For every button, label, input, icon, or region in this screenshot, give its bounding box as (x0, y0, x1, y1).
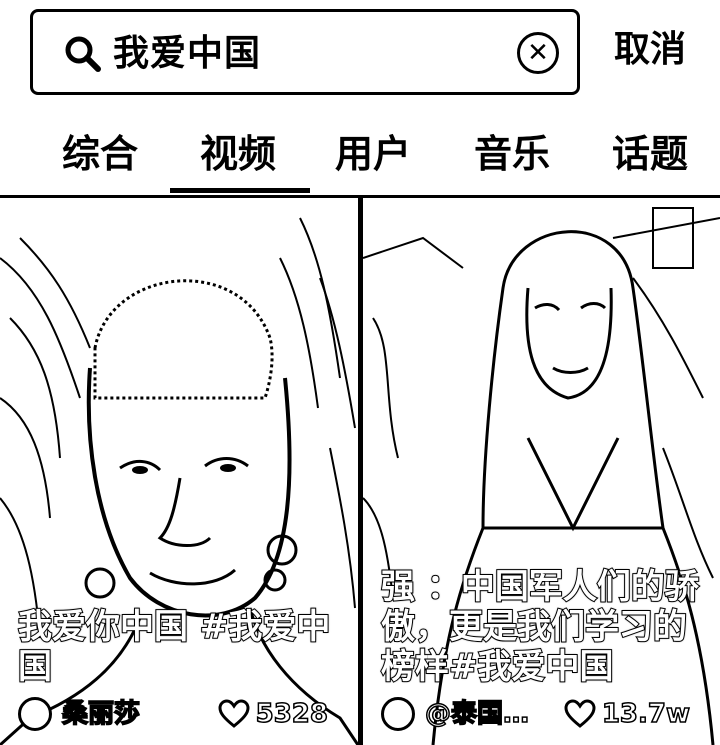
like-count-text: 5328 (255, 698, 329, 730)
video-caption: 我爱你中国 #我爱中国 (17, 606, 331, 688)
video-card[interactable]: 强 ：中国军人们的骄傲，更是我们学习的榜样#我爱中国 @泰国… 13.7w (363, 198, 720, 745)
avatar[interactable] (18, 697, 52, 731)
cancel-button[interactable]: 取消 (614, 28, 686, 72)
search-input[interactable]: 我爱中国 ✕ (30, 9, 580, 95)
card-divider (358, 198, 363, 745)
heart-icon (218, 699, 250, 728)
video-meta: 桑丽莎 5328 (18, 695, 348, 735)
like-count[interactable]: 13.7w (564, 697, 691, 731)
video-caption: 强 ：中国军人们的骄傲，更是我们学习的榜样#我爱中国 (380, 566, 700, 688)
like-count-text: 13.7w (601, 698, 691, 730)
tab-topics[interactable]: 话题 (612, 130, 688, 178)
search-icon (65, 36, 101, 72)
author-name[interactable]: 桑丽莎 (61, 697, 141, 731)
tab-music[interactable]: 音乐 (474, 130, 550, 178)
tab-comprehensive[interactable]: 综合 (62, 130, 138, 178)
like-count[interactable]: 5328 (218, 697, 329, 731)
video-card[interactable]: 我爱你中国 #我爱中国 桑丽莎 5328 (0, 198, 358, 745)
tab-bar: 综合 视频 用户 音乐 话题 (0, 120, 720, 195)
heart-icon (564, 699, 596, 728)
clear-icon[interactable]: ✕ (517, 32, 559, 74)
tab-users[interactable]: 用户 (335, 130, 411, 178)
video-meta: @泰国… 13.7w (381, 695, 710, 735)
author-name[interactable]: @泰国… (424, 697, 530, 731)
avatar[interactable] (381, 697, 415, 731)
tab-videos[interactable]: 视频 (200, 130, 276, 178)
active-tab-indicator (170, 188, 310, 193)
search-query: 我爱中国 (113, 33, 262, 74)
